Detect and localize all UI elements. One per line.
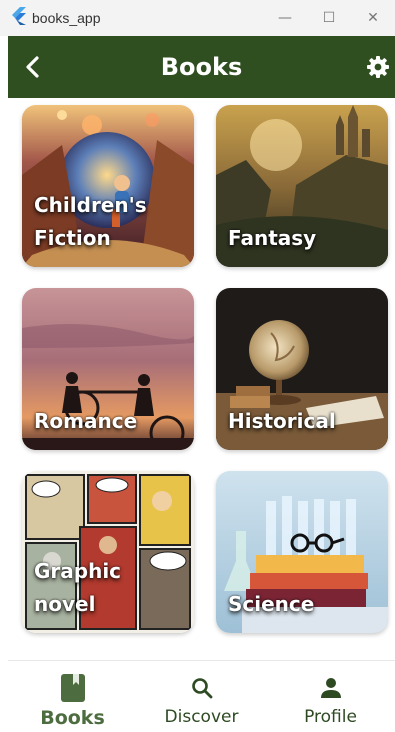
nav-item-profile[interactable]: Profile [266,661,395,732]
nav-label-profile: Profile [304,707,357,727]
window-titlebar: books_app — ☐ ✕ [0,0,395,36]
category-label: Children's Fiction [34,193,147,250]
close-icon: ✕ [367,10,379,26]
gear-icon [367,56,389,78]
bottom-navigation: Books Discover Profile [8,660,395,732]
category-card-romance[interactable]: Romance [22,288,194,450]
person-icon [317,673,345,703]
nav-label-discover: Discover [164,707,239,727]
category-label: Historical [228,409,336,433]
search-icon [188,673,216,703]
category-label: Romance [34,409,138,433]
minimize-button[interactable]: — [263,0,307,36]
category-card-graphic-novel[interactable]: Graphic novel [22,471,194,633]
nav-label-books: Books [40,707,105,729]
settings-button[interactable] [363,52,393,82]
category-label: Fantasy [228,226,317,250]
maximize-icon: ☐ [322,10,336,26]
app-title: books_app [32,10,101,26]
book-icon [59,673,87,703]
nav-item-discover[interactable]: Discover [137,661,266,732]
category-label: Science [228,592,315,616]
category-card-fantasy[interactable]: Fantasy [216,105,388,267]
page-title: Books [160,53,243,81]
category-card-historical[interactable]: Historical [216,288,388,450]
nav-item-books[interactable]: Books [8,661,137,732]
minimize-icon: — [278,10,292,26]
category-label: Graphic novel [34,559,122,616]
app-bar: Books [8,36,395,98]
category-card-childrens-fiction[interactable]: Children's Fiction [22,105,194,267]
close-button[interactable]: ✕ [351,0,395,36]
maximize-button[interactable]: ☐ [307,0,351,36]
category-card-science[interactable]: Science [216,471,388,633]
flutter-logo-icon [10,7,26,29]
category-grid: Children's Fiction Fantasy Romance Histo… [0,98,395,648]
